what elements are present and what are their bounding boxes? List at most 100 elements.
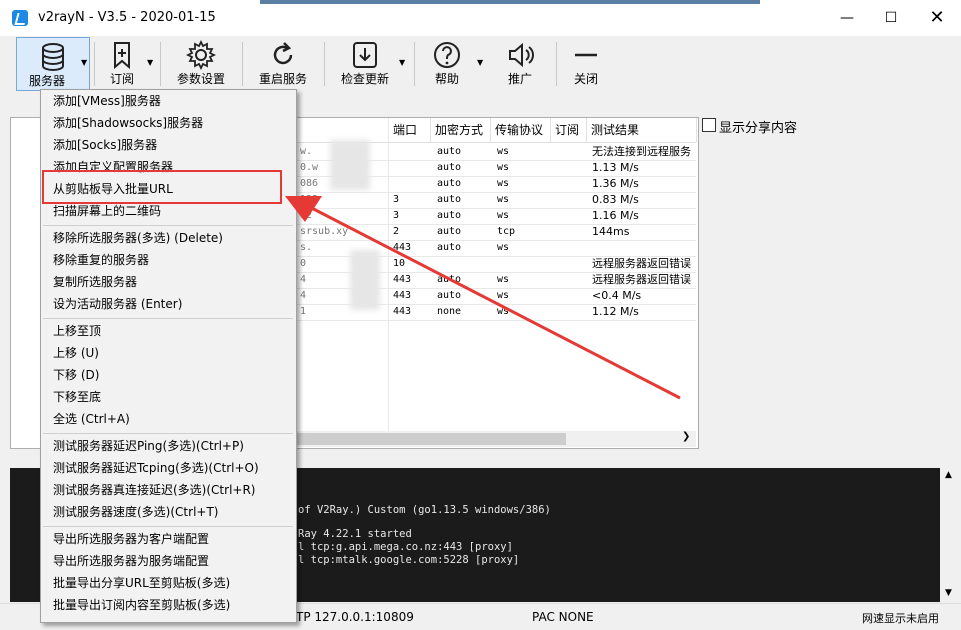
help-icon xyxy=(434,42,460,68)
column-header-encryption[interactable]: 加密方式 xyxy=(431,118,491,142)
pac-status: PAC NONE xyxy=(532,610,594,624)
row-port: 443 xyxy=(393,274,412,285)
log-line: of V2Ray.) Custom (go1.13.5 windows/386) xyxy=(298,504,551,516)
menu-item[interactable]: 移除所选服务器(多选) (Delete) xyxy=(53,228,289,249)
row-address: 0.w xyxy=(300,162,319,173)
column-header-port[interactable]: 端口 xyxy=(389,118,431,142)
log-line: l tcp:mtalk.google.com:5228 [proxy] xyxy=(298,554,520,566)
help-button[interactable]: 帮助 xyxy=(424,36,470,92)
row-address: 12 xyxy=(300,210,313,221)
row-net: ws xyxy=(497,242,510,253)
toolbar-separator xyxy=(242,42,243,86)
menu-item[interactable]: 设为活动服务器 (Enter) xyxy=(53,294,289,315)
row-enc: auto xyxy=(437,274,462,285)
menu-item[interactable]: 批量导出分享URL至剪贴板(多选) xyxy=(53,573,289,594)
row-enc: auto xyxy=(437,178,462,189)
subscribe-button[interactable]: 订阅 xyxy=(98,36,146,92)
row-enc: auto xyxy=(437,162,462,173)
row-net: tcp xyxy=(497,226,516,237)
promote-button[interactable]: 推广 xyxy=(497,36,543,92)
row-address: 4 xyxy=(300,274,307,285)
servers-label: 服务器 xyxy=(28,74,65,88)
help-label: 帮助 xyxy=(434,72,459,86)
menu-item[interactable]: 扫描屏幕上的二维码 xyxy=(53,201,289,222)
menu-item[interactable]: 下移 (D) xyxy=(53,365,289,386)
show-share-checkbox[interactable] xyxy=(702,118,716,132)
row-enc: auto xyxy=(437,290,462,301)
menu-separator xyxy=(43,225,293,226)
close-window-button[interactable]: ✕ xyxy=(914,0,960,36)
menu-item[interactable]: 上移 (U) xyxy=(53,343,289,364)
restart-service-button[interactable]: 重启服务 xyxy=(252,36,314,92)
background-window-strip xyxy=(260,0,760,4)
minus-icon xyxy=(575,53,597,57)
address-blur xyxy=(330,140,370,190)
v2rayn-logo-icon xyxy=(12,10,28,26)
row-address: 1 xyxy=(300,306,307,317)
menu-item[interactable]: 移除重复的服务器 xyxy=(53,250,289,271)
toolbar-separator xyxy=(324,42,325,86)
menu-item[interactable]: 下移至底 xyxy=(53,387,289,408)
servers-button[interactable]: 服务器 xyxy=(16,37,90,91)
menu-item[interactable]: 批量导出订阅内容至剪贴板(多选) xyxy=(53,595,289,616)
refresh-icon xyxy=(273,42,293,65)
scroll-down-icon[interactable]: ▼ xyxy=(945,588,952,598)
menu-separator xyxy=(43,526,293,527)
minimize-button[interactable]: — xyxy=(824,0,870,36)
row-net: ws xyxy=(497,162,510,173)
settings-label: 参数设置 xyxy=(176,72,225,86)
servers-dropdown-icon[interactable]: ▼ xyxy=(81,58,87,67)
row-net: ws xyxy=(497,210,510,221)
column-header-subscription[interactable]: 订阅 xyxy=(551,118,587,142)
menu-item[interactable]: 复制所选服务器 xyxy=(53,272,289,293)
menu-item[interactable]: 导出所选服务器为客户端配置 xyxy=(53,529,289,550)
row-port: 3 xyxy=(393,194,400,205)
row-result: 1.12 M/s xyxy=(592,305,639,318)
menu-item[interactable]: 测试服务器延迟Ping(多选)(Ctrl+P) xyxy=(53,436,289,457)
subscribe-dropdown-icon[interactable]: ▼ xyxy=(147,58,153,67)
column-header-network[interactable]: 传输协议 xyxy=(491,118,551,142)
row-enc: none xyxy=(437,306,462,317)
menu-item[interactable]: 测试服务器延迟Tcping(多选)(Ctrl+O) xyxy=(53,458,289,479)
row-port: 443 xyxy=(393,290,412,301)
subscribe-label: 订阅 xyxy=(109,72,134,86)
scroll-right-icon[interactable]: ❯ xyxy=(682,431,690,442)
menu-item[interactable]: 测试服务器速度(多选)(Ctrl+T) xyxy=(53,502,289,523)
scroll-up-icon[interactable]: ▲ xyxy=(945,470,952,480)
row-enc: auto xyxy=(437,226,462,237)
settings-button[interactable]: 参数设置 xyxy=(170,36,232,92)
menu-item[interactable]: 添加[Shadowsocks]服务器 xyxy=(53,113,289,134)
menu-item[interactable]: 添加[Socks]服务器 xyxy=(53,135,289,156)
menu-item[interactable]: 添加[VMess]服务器 xyxy=(53,91,289,112)
database-icon xyxy=(42,43,64,71)
title-bar: v2rayN - V3.5 - 2020-01-15 — ☐ ✕ xyxy=(0,0,961,36)
row-port: 2 xyxy=(393,226,400,237)
column-divider xyxy=(388,118,389,431)
window-title: v2rayN - V3.5 - 2020-01-15 xyxy=(38,10,216,25)
maximize-button[interactable]: ☐ xyxy=(868,0,914,36)
row-net: ws xyxy=(497,194,510,205)
http-proxy-status: TP 127.0.0.1:10809 xyxy=(296,610,414,624)
check-update-label: 检查更新 xyxy=(340,72,389,86)
row-net: ws xyxy=(497,290,510,301)
menu-item[interactable]: 上移至顶 xyxy=(53,321,289,342)
menu-separator xyxy=(43,318,293,319)
close-app-button[interactable]: 关闭 xyxy=(563,36,609,92)
row-port: 3 xyxy=(393,210,400,221)
toolbar: 服务器 ▼ 订阅 ▼ 参数设置 重启服务 检查更新 ▼ 帮助 ▼ 推广 关闭 xyxy=(0,36,961,92)
scrollbar-thumb[interactable] xyxy=(296,433,566,445)
toolbar-separator xyxy=(94,42,95,86)
menu-item[interactable]: 全选 (Ctrl+A) xyxy=(53,409,289,430)
menu-item[interactable]: 测试服务器真连接延迟(多选)(Ctrl+R) xyxy=(53,480,289,501)
log-scrollbar[interactable]: ▲ ▼ xyxy=(940,468,960,602)
row-address: 086 xyxy=(300,178,319,189)
row-result: 0.83 M/s xyxy=(592,193,639,206)
check-update-dropdown-icon[interactable]: ▼ xyxy=(399,58,405,67)
menu-item[interactable]: 导出所选服务器为服务端配置 xyxy=(53,551,289,572)
column-header-test-result[interactable]: 测试结果 xyxy=(587,118,697,142)
row-net: ws xyxy=(497,306,510,317)
horizontal-scrollbar[interactable]: ❯ xyxy=(296,431,696,447)
row-result: 1.16 M/s xyxy=(592,209,639,222)
help-dropdown-icon[interactable]: ▼ xyxy=(477,58,483,67)
check-update-button[interactable]: 检查更新 xyxy=(334,36,396,92)
